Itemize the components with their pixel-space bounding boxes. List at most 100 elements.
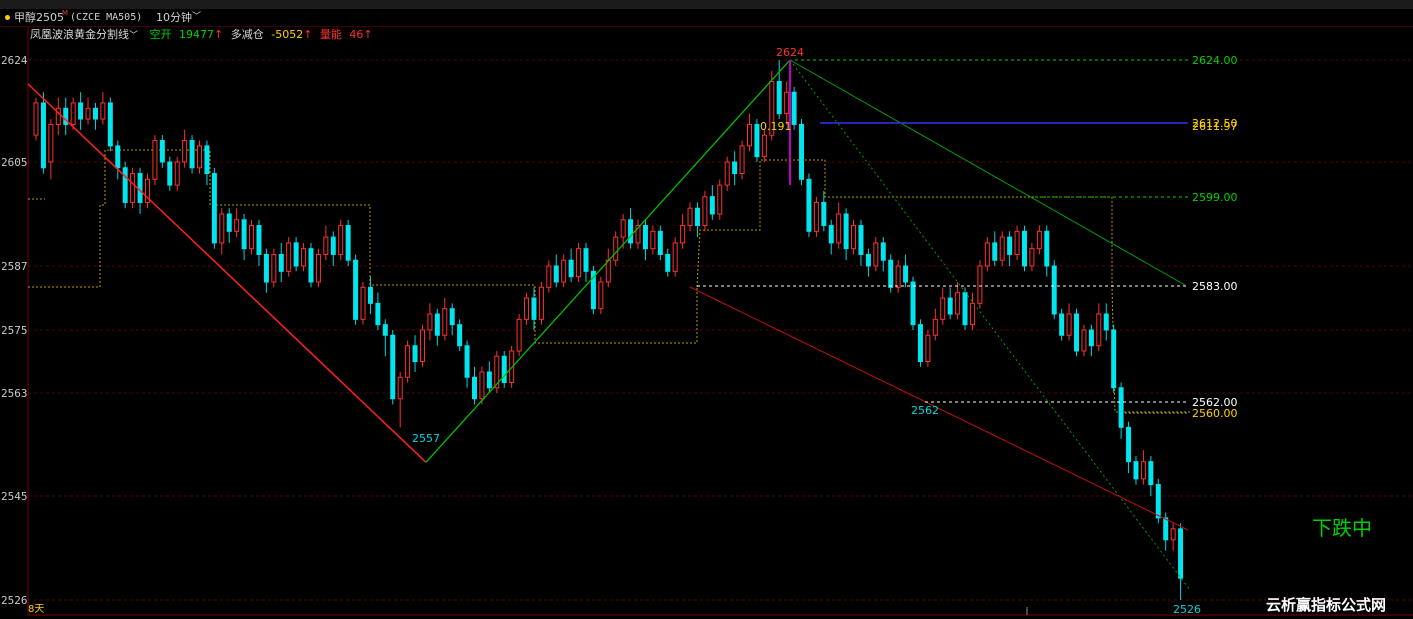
candle-up xyxy=(977,265,983,304)
candle-down xyxy=(1126,426,1132,463)
y-tick-label: 2624 xyxy=(1,54,28,67)
candle-up xyxy=(784,91,790,115)
candle-up xyxy=(286,242,292,272)
candle-down xyxy=(992,242,998,261)
candle-up xyxy=(984,242,990,267)
candle-up xyxy=(969,302,975,326)
candle-down xyxy=(903,265,909,283)
candle-up xyxy=(419,329,425,362)
candle-down xyxy=(791,91,797,125)
candle-down xyxy=(642,225,648,250)
candle-down xyxy=(122,167,128,203)
candle-down xyxy=(1155,484,1161,519)
pivot-label: 2557 xyxy=(412,432,440,445)
candle-down xyxy=(732,161,738,175)
y-tick-label: 2526 xyxy=(1,594,28,607)
candle-up xyxy=(955,292,961,315)
pivot-label: 2562 xyxy=(911,404,939,417)
candle-down xyxy=(226,213,232,232)
candle-down xyxy=(449,308,455,326)
candle-down xyxy=(865,253,871,267)
level-label: 2611.97 xyxy=(1192,120,1238,133)
candle-down xyxy=(107,102,113,147)
candle-up xyxy=(271,253,277,283)
candle-down xyxy=(1163,517,1169,541)
candle-up xyxy=(524,297,530,320)
candle-up xyxy=(479,371,485,400)
candle-down xyxy=(806,178,812,232)
candle-down xyxy=(665,253,671,272)
candle-up xyxy=(1036,230,1042,250)
candle-up xyxy=(1081,329,1087,352)
candle-up xyxy=(1029,248,1035,267)
candle-down xyxy=(330,236,336,255)
fib-ratio-label: 0.191 xyxy=(760,120,792,133)
y-tick-label: 2605 xyxy=(1,156,28,169)
candle-up xyxy=(1014,230,1020,255)
candle-down xyxy=(657,230,663,255)
candle-up xyxy=(717,184,723,215)
candle-up xyxy=(940,297,946,320)
candle-up xyxy=(315,253,321,283)
candle-down xyxy=(263,253,269,283)
level-label: 2560.00 xyxy=(1192,407,1238,420)
candle-up xyxy=(249,225,255,250)
candle-up xyxy=(761,134,767,158)
pivot-label: 2624 xyxy=(776,46,804,59)
candle-down xyxy=(137,173,143,203)
candle-up xyxy=(672,242,678,272)
candle-down xyxy=(888,259,894,288)
price-chart[interactable]: 26242605258725752563254525262624.002612.… xyxy=(0,0,1413,619)
candle-down xyxy=(434,313,440,336)
candle-down xyxy=(776,80,782,115)
candle-down xyxy=(694,207,700,227)
candle-down xyxy=(821,201,827,227)
candle-up xyxy=(1170,528,1176,541)
candle-up xyxy=(197,145,203,169)
candle-down xyxy=(1148,461,1154,486)
days-label: 8天 xyxy=(28,604,45,615)
candle-down xyxy=(375,302,381,326)
candle-up xyxy=(301,248,307,267)
candle-down xyxy=(345,225,351,261)
candle-up xyxy=(338,225,344,255)
candle-up xyxy=(1066,313,1072,336)
candle-down xyxy=(553,265,559,283)
candle-down xyxy=(278,253,284,272)
candle-up xyxy=(1140,461,1146,480)
candle-down xyxy=(1118,387,1124,428)
candle-up xyxy=(724,161,730,186)
candle-down xyxy=(1059,313,1065,336)
candle-up xyxy=(999,236,1005,261)
candle-up xyxy=(895,265,901,288)
candle-down xyxy=(1074,313,1080,352)
candle-up xyxy=(932,318,938,336)
trend-status: 下跌中 xyxy=(1312,516,1372,540)
candle-up xyxy=(516,318,522,352)
candle-up xyxy=(836,213,842,244)
candle-up xyxy=(538,286,544,320)
candle-up xyxy=(620,219,626,238)
candle-up xyxy=(605,259,611,283)
candle-up xyxy=(219,213,225,244)
candle-down xyxy=(367,286,373,304)
candle-down xyxy=(78,102,84,120)
candle-up xyxy=(613,236,619,261)
candle-up xyxy=(152,140,158,180)
candle-up xyxy=(1096,313,1102,347)
candle-down xyxy=(1051,265,1057,315)
candle-down xyxy=(917,324,923,362)
candle-down xyxy=(531,297,537,320)
candle-down xyxy=(962,292,968,326)
candle-up xyxy=(813,201,819,232)
candle-down xyxy=(843,213,849,250)
candle-down xyxy=(167,161,173,186)
wave-line-up xyxy=(425,59,791,463)
candle-down xyxy=(472,376,478,400)
candle-up xyxy=(33,102,39,136)
level-label: 2583.00 xyxy=(1192,280,1238,293)
candle-down xyxy=(1103,313,1109,331)
candle-down xyxy=(1178,528,1184,579)
candle-up xyxy=(397,376,403,400)
candle-up xyxy=(234,219,240,232)
